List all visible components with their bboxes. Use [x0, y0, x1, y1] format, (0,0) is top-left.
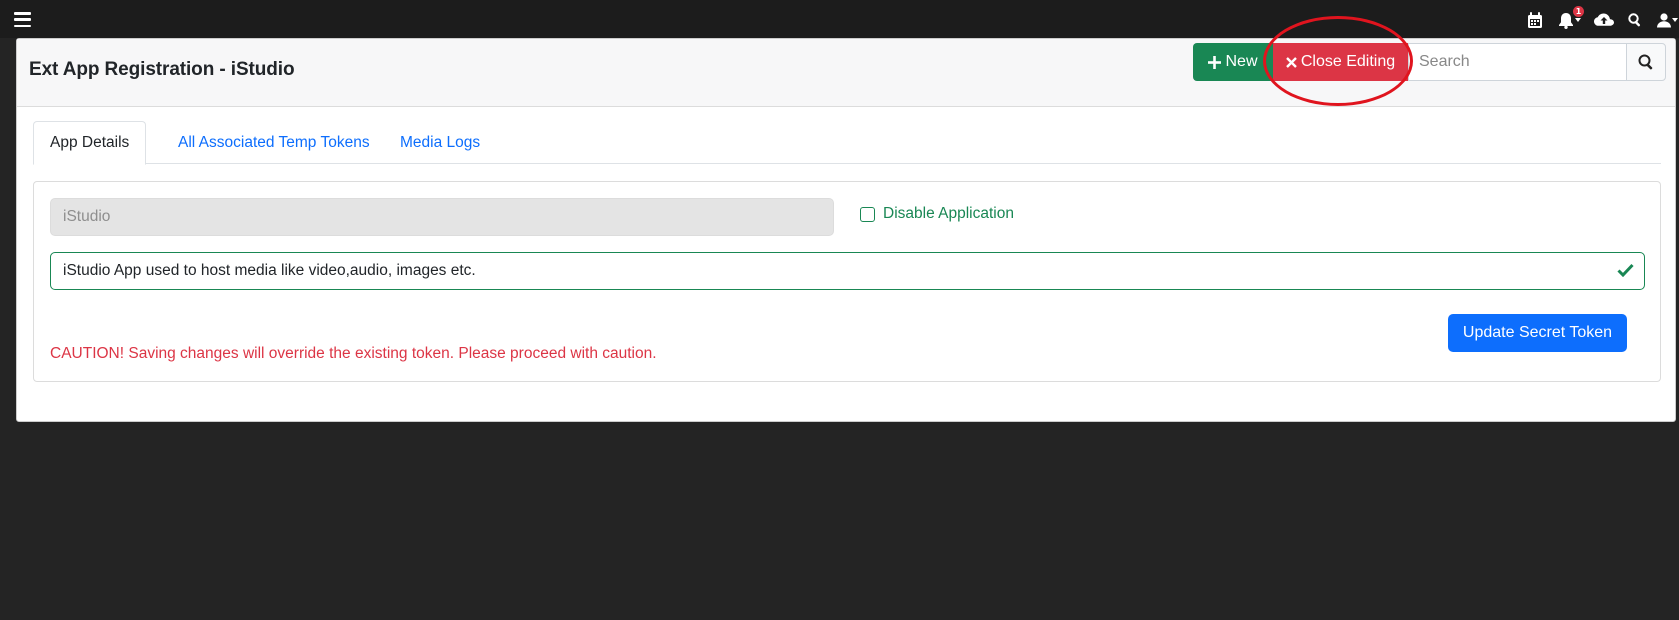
- chevron-down-icon: [1671, 18, 1678, 22]
- search-input[interactable]: [1408, 43, 1626, 81]
- close-icon: [1286, 56, 1297, 68]
- app-details-panel: iStudio Disable Application iStudio App …: [33, 181, 1661, 382]
- page-title: Ext App Registration - iStudio: [29, 59, 295, 80]
- bell-icon: [1558, 12, 1573, 29]
- user-menu[interactable]: [1655, 10, 1679, 30]
- cloud-upload-icon[interactable]: [1593, 10, 1615, 30]
- calendar-icon[interactable]: [1525, 10, 1545, 30]
- caution-message: CAUTION! Saving changes will override th…: [50, 345, 657, 362]
- search-button[interactable]: [1626, 43, 1666, 81]
- check-icon: [1617, 263, 1634, 277]
- new-button[interactable]: New: [1193, 43, 1273, 81]
- tab-media-logs[interactable]: Media Logs: [384, 121, 496, 164]
- menu-icon[interactable]: [14, 12, 32, 28]
- notifications-dropdown[interactable]: 1: [1555, 6, 1584, 30]
- tab-all-associated-temp-tokens[interactable]: All Associated Temp Tokens: [162, 121, 386, 164]
- description-field[interactable]: iStudio App used to host media like vide…: [50, 252, 1645, 290]
- update-secret-token-button[interactable]: Update Secret Token: [1448, 314, 1627, 352]
- plus-icon: [1208, 55, 1222, 69]
- card-header: Ext App Registration - iStudio New Close…: [17, 16, 1675, 107]
- search-icon: [1638, 54, 1653, 70]
- chevron-down-icon: [1574, 18, 1581, 22]
- user-icon: [1656, 12, 1671, 27]
- notification-badge: 1: [1573, 6, 1584, 17]
- checkbox-box[interactable]: [860, 206, 875, 222]
- tab-app-details[interactable]: App Details: [33, 121, 147, 165]
- search-icon[interactable]: [1625, 10, 1645, 30]
- topbar-icons: 1: [1525, 6, 1679, 30]
- new-button-label: New: [1225, 53, 1258, 70]
- main-card: Ext App Registration - iStudio New Close…: [16, 16, 1676, 422]
- close-editing-button[interactable]: Close Editing: [1273, 43, 1408, 81]
- close-editing-label: Close Editing: [1300, 53, 1396, 70]
- disable-application-label: Disable Application: [883, 205, 1014, 222]
- description-text: iStudio App used to host media like vide…: [63, 262, 476, 279]
- app-name-field[interactable]: iStudio: [50, 198, 834, 236]
- disable-application-checkbox[interactable]: Disable Application: [860, 202, 1014, 226]
- top-navbar: 1: [0, 0, 1679, 38]
- tab-bar: App Details All Associated Temp Tokens M…: [33, 121, 1661, 165]
